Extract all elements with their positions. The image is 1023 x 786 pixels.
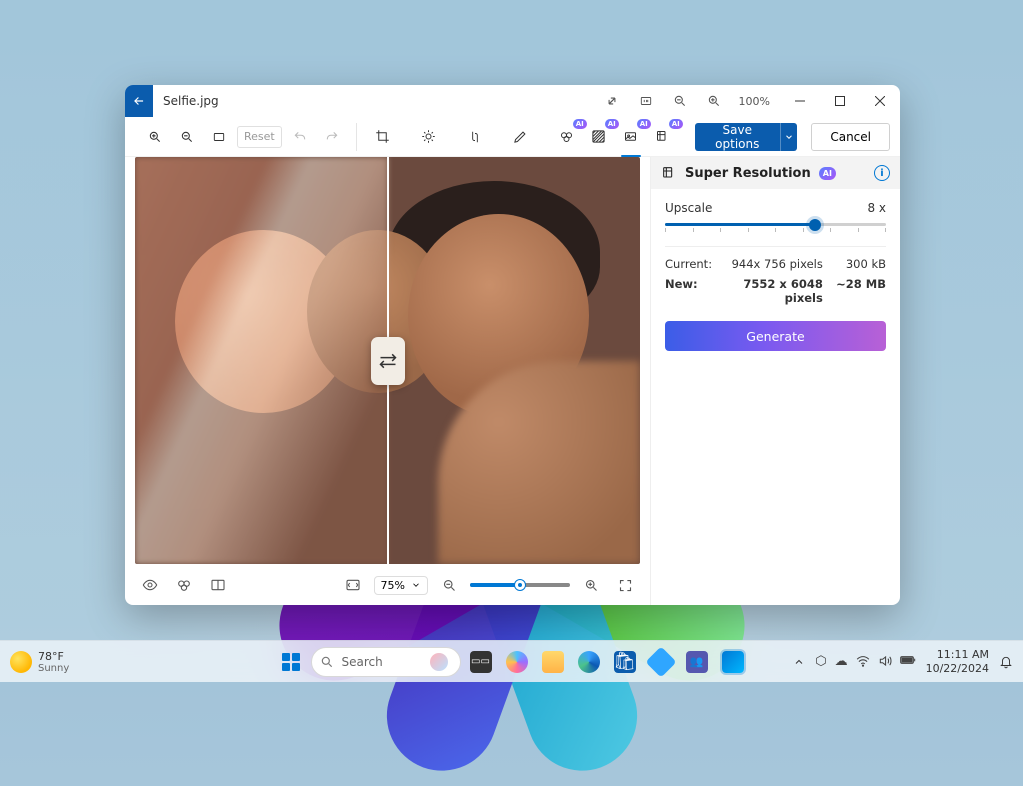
battery-icon[interactable] bbox=[900, 654, 916, 669]
compare-handle[interactable] bbox=[371, 337, 405, 385]
store-icon[interactable]: 🛍 bbox=[609, 646, 641, 678]
split-view-icon[interactable] bbox=[205, 572, 231, 598]
super-resolution-tool[interactable]: AI bbox=[617, 123, 645, 151]
crop-tool[interactable] bbox=[369, 123, 397, 151]
search-icon bbox=[320, 655, 334, 669]
zoom-out-button[interactable] bbox=[665, 86, 695, 116]
onedrive-icon[interactable]: ☁ bbox=[835, 654, 848, 669]
sync-icon[interactable]: ⬡ bbox=[815, 654, 826, 669]
close-button[interactable] bbox=[860, 85, 900, 117]
explorer-icon[interactable] bbox=[537, 646, 569, 678]
zoom-in-tool[interactable] bbox=[141, 123, 169, 151]
app-window: Selfie.jpg 100% Reset bbox=[125, 85, 900, 605]
markup-tool[interactable] bbox=[507, 123, 535, 151]
tray-chevron-icon[interactable] bbox=[793, 656, 805, 668]
task-view-icon[interactable]: ▭▭ bbox=[465, 646, 497, 678]
upscale-label: Upscale bbox=[665, 201, 712, 215]
search-input[interactable]: Search bbox=[311, 647, 461, 677]
zoom-in-footer[interactable] bbox=[578, 572, 604, 598]
zoom-value-label: 75% bbox=[381, 579, 405, 592]
wifi-icon[interactable] bbox=[856, 654, 870, 669]
titlebar: Selfie.jpg 100% bbox=[125, 85, 900, 117]
notifications-icon[interactable] bbox=[999, 655, 1013, 669]
side-panel: Super Resolution AI i Upscale 8 x Curren… bbox=[650, 157, 900, 605]
time-label: 11:11 AM bbox=[926, 648, 989, 661]
photos-icon[interactable] bbox=[717, 646, 749, 678]
new-dim: 7552 x 6048 pixels bbox=[728, 277, 823, 305]
redo-button[interactable] bbox=[318, 123, 346, 151]
background-tool[interactable]: AI bbox=[585, 123, 613, 151]
maximize-button[interactable] bbox=[820, 85, 860, 117]
canvas-area: 75% bbox=[125, 157, 650, 605]
minimize-button[interactable] bbox=[780, 85, 820, 117]
date-label: 10/22/2024 bbox=[926, 662, 989, 675]
super-resolution-icon bbox=[661, 165, 677, 181]
upscale-slider[interactable] bbox=[665, 223, 886, 226]
eye-icon[interactable] bbox=[137, 572, 163, 598]
clock[interactable]: 11:11 AM 10/22/2024 bbox=[926, 648, 989, 674]
info-icon[interactable]: i bbox=[874, 165, 890, 181]
toolbar: Reset AI AI AI AI Save options Cancel bbox=[125, 117, 900, 157]
search-accent-icon bbox=[430, 653, 448, 671]
zoom-out-tool[interactable] bbox=[173, 123, 201, 151]
weather-widget[interactable]: 78°F Sunny bbox=[10, 650, 69, 674]
zoom-slider[interactable] bbox=[470, 583, 570, 587]
taskbar: 78°F Sunny Search ▭▭ 🛍 👥 ⬡ ☁ 11:11 AM bbox=[0, 640, 1023, 682]
sun-icon bbox=[10, 651, 32, 673]
new-label: New: bbox=[665, 277, 728, 305]
copilot-icon[interactable] bbox=[501, 646, 533, 678]
volume-icon[interactable] bbox=[878, 654, 892, 669]
save-button-label[interactable]: Save options bbox=[695, 123, 780, 151]
generate-button[interactable]: Generate bbox=[665, 321, 886, 351]
back-button[interactable] bbox=[125, 85, 153, 117]
restyle-tool[interactable]: AI bbox=[649, 123, 677, 151]
condition-label: Sunny bbox=[38, 663, 69, 674]
save-dropdown[interactable] bbox=[780, 123, 798, 151]
upscale-value: 8 x bbox=[867, 201, 886, 215]
ai-badge: AI bbox=[819, 167, 836, 180]
zoom-out-footer[interactable] bbox=[436, 572, 462, 598]
fit-screen-icon[interactable] bbox=[340, 572, 366, 598]
canvas-footer: 75% bbox=[135, 570, 640, 600]
search-placeholder: Search bbox=[342, 655, 383, 669]
image-preview bbox=[135, 157, 640, 564]
current-dim: 944x 756 pixels bbox=[728, 257, 823, 271]
app-icon-1[interactable] bbox=[645, 646, 677, 678]
teams-icon[interactable]: 👥 bbox=[681, 646, 713, 678]
expand-icon[interactable] bbox=[597, 86, 627, 116]
panel-header: Super Resolution AI i bbox=[651, 157, 900, 189]
edge-icon[interactable] bbox=[573, 646, 605, 678]
fit-tool[interactable] bbox=[205, 123, 233, 151]
actual-size-icon[interactable] bbox=[631, 86, 661, 116]
reset-button[interactable]: Reset bbox=[237, 126, 282, 148]
filename-label: Selfie.jpg bbox=[163, 94, 597, 108]
fullscreen-icon[interactable] bbox=[612, 572, 638, 598]
new-size: ~28 MB bbox=[823, 277, 886, 305]
adjust-tool[interactable] bbox=[415, 123, 443, 151]
filter-tool[interactable] bbox=[461, 123, 489, 151]
panel-title: Super Resolution bbox=[685, 166, 811, 181]
current-label: Current: bbox=[665, 257, 728, 271]
temp-label: 78°F bbox=[38, 650, 69, 663]
undo-button[interactable] bbox=[286, 123, 314, 151]
current-size: 300 kB bbox=[823, 257, 886, 271]
layers-icon[interactable] bbox=[171, 572, 197, 598]
start-button[interactable] bbox=[275, 646, 307, 678]
cancel-button[interactable]: Cancel bbox=[811, 123, 890, 151]
zoom-dropdown[interactable]: 75% bbox=[374, 576, 428, 595]
zoom-level-label: 100% bbox=[733, 86, 776, 116]
erase-tool[interactable]: AI bbox=[553, 123, 581, 151]
save-options-button[interactable]: Save options bbox=[695, 123, 798, 151]
zoom-in-button[interactable] bbox=[699, 86, 729, 116]
